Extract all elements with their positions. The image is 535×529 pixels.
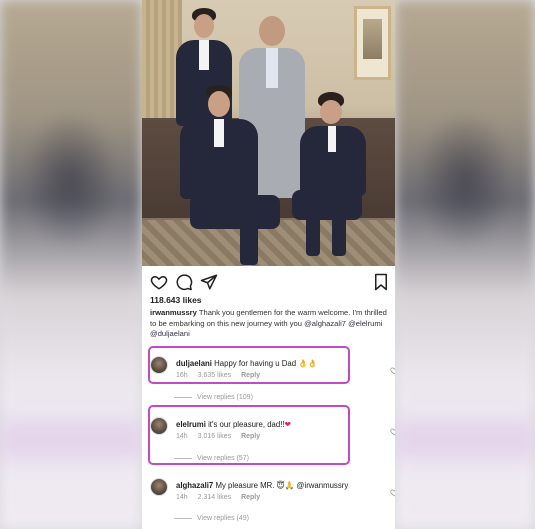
- comment-meta: 14h 2.314 likes Reply: [176, 494, 268, 501]
- comment-time: 14h: [176, 494, 188, 501]
- comment-text: alghazali7 My pleasure MR. 😇🙏 @irwanmuss…: [176, 481, 348, 490]
- view-replies-link[interactable]: View replies (49): [174, 515, 249, 522]
- photo-person-seated-center: [180, 85, 280, 265]
- photo-person-seated-right: [292, 92, 372, 256]
- blurred-band-left: [0, 420, 142, 460]
- comment-mention[interactable]: @irwanmussry: [294, 481, 349, 490]
- blurred-band-right: [395, 420, 535, 460]
- caption-username[interactable]: irwanmussry: [150, 308, 197, 317]
- view-replies-link[interactable]: View replies (109): [174, 394, 253, 401]
- comment-likes[interactable]: 2.314 likes: [198, 494, 231, 501]
- heart-icon[interactable]: [390, 362, 395, 375]
- bookmark-icon[interactable]: [372, 273, 390, 291]
- reply-button[interactable]: Reply: [241, 494, 260, 501]
- heart-icon[interactable]: [390, 423, 395, 436]
- avatar[interactable]: [150, 478, 168, 496]
- instagram-post: 118.643 likes irwanmussry Thank you gent…: [142, 0, 395, 529]
- heart-icon[interactable]: [150, 273, 168, 291]
- comment-username[interactable]: alghazali7: [176, 481, 213, 490]
- post-likes-count[interactable]: 118.643 likes: [150, 295, 202, 305]
- highlight-box: [148, 346, 350, 384]
- post-action-bar: [150, 273, 390, 291]
- angel-pray-emoji: 😇🙏: [276, 481, 295, 490]
- photo-wall-frame: [354, 6, 391, 80]
- comment-body: My pleasure MR.: [213, 481, 277, 490]
- share-icon[interactable]: [200, 273, 218, 291]
- post-photo[interactable]: [142, 0, 395, 266]
- heart-icon[interactable]: [390, 484, 395, 497]
- comment-icon[interactable]: [175, 273, 193, 291]
- post-caption: irwanmussry Thank you gentlemen for the …: [150, 308, 390, 340]
- view-replies-link[interactable]: View replies (57): [174, 455, 249, 462]
